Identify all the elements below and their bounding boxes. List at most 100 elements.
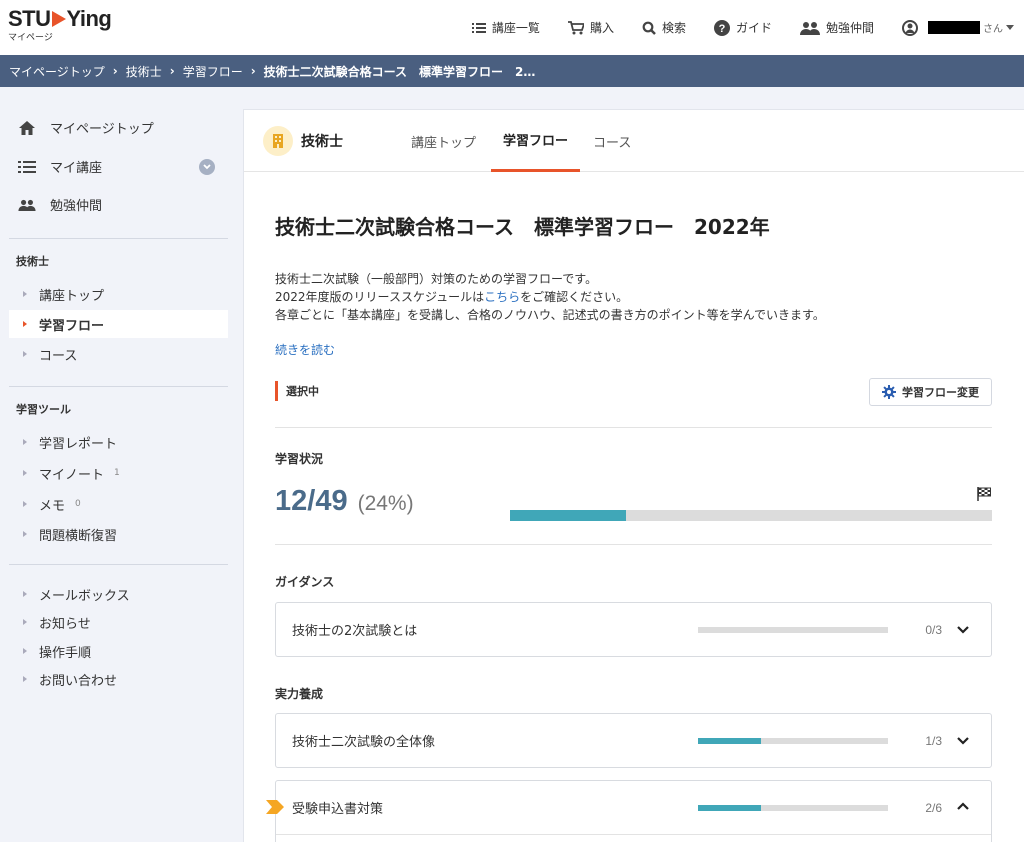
sidebar-link-learning-flow[interactable]: 学習フロー [9, 310, 228, 338]
breadcrumb-current: 技術士二次試験合格コース 標準学習フロー 2… [263, 64, 536, 79]
status-label: 学習状況 [275, 452, 324, 466]
chapter-name: 受験申込書対策 [292, 802, 384, 817]
sidebar-link-course-top[interactable]: 講座トップ [9, 280, 228, 308]
description-line: 各章ごとに「基本講座」を受講し、合格のノウハウ、記述式の書き方のポイント等を学ん… [275, 308, 825, 322]
sidebar-divider [9, 386, 228, 387]
main-panel: 技術士 講座トップ 学習フロー コース 技術士二次試験合格コース 標準学習フロー… [243, 109, 1024, 842]
svg-text:?: ? [719, 23, 726, 35]
sidebar-item-study-mates[interactable]: 勉強仲間 [18, 195, 102, 214]
user-name-redacted [928, 21, 980, 34]
sidebar-item-mypage-top[interactable]: マイページトップ [18, 118, 154, 137]
nav-search[interactable]: 検索 [642, 19, 686, 36]
user-icon [902, 19, 918, 36]
chapter-name: 技術士の2次試験とは [292, 624, 418, 639]
chapter-progress-bar [698, 627, 888, 633]
selected-label: 選択中 [275, 381, 319, 401]
logo-text-right: Ying [66, 6, 112, 31]
triangle-right-icon [23, 351, 27, 357]
chapter-progress-fill [698, 805, 762, 811]
chevron-right-icon: › [250, 64, 256, 78]
read-more-link[interactable]: 続きを読む [275, 341, 335, 358]
nav-guide[interactable]: ? ガイド [713, 19, 772, 36]
tab-bar: 技術士 講座トップ 学習フロー コース [244, 110, 1024, 172]
note-count: 1 [114, 468, 120, 478]
sidebar-link-memo[interactable]: メモ 0 [9, 490, 228, 518]
overall-progress-fill [510, 510, 626, 521]
triangle-right-icon [23, 501, 27, 507]
gear-icon [882, 385, 896, 399]
chevron-right-icon: › [112, 64, 118, 78]
sidebar-link-my-note[interactable]: マイノート 1 [9, 459, 228, 487]
course-brand: 技術士 [263, 126, 343, 156]
chevron-right-icon: › [169, 64, 175, 78]
description-line: 技術士二次試験（一般部門）対策のための学習フローです。 [275, 272, 598, 286]
change-flow-button[interactable]: 学習フロー変更 [869, 378, 992, 406]
description: 技術士二次試験（一般部門）対策のための学習フローです。 2022年度版のリリース… [275, 270, 825, 324]
triangle-right-icon [23, 291, 27, 297]
people-icon [799, 21, 820, 35]
tab-course-top[interactable]: 講座トップ [411, 110, 476, 172]
chapter-name: 技術士二次試験の全体像 [292, 735, 436, 750]
nav-study-mates[interactable]: 勉強仲間 [799, 19, 874, 36]
progress-count: 12/49 [275, 485, 348, 517]
chapter-progress-fill [698, 738, 762, 744]
overall-progress-bar [510, 510, 992, 521]
progress-percent: (24%) [357, 492, 414, 515]
divider [275, 427, 992, 428]
list-icon [18, 160, 36, 173]
top-nav: 講座一覧 購入 検索 ? ガイド 勉強仲間 さん [444, 0, 1014, 55]
logo-text-left: STU [8, 6, 51, 31]
chevron-down-icon[interactable] [956, 622, 970, 636]
section-label-skill-building: 実力養成 [275, 687, 324, 701]
chapter-progress-bar [698, 805, 888, 811]
help-icon: ? [713, 19, 730, 36]
cart-icon [567, 20, 584, 34]
brand-label: 技術士 [301, 134, 343, 150]
home-icon [19, 120, 35, 135]
sidebar-divider [9, 238, 228, 239]
section-label-guidance: ガイダンス [275, 575, 335, 589]
chapter-row[interactable]: 技術士の2次試験とは 0/3 [275, 602, 992, 657]
chevron-down-icon[interactable] [956, 733, 970, 747]
description-line: 2022年度版のリリーススケジュールはこちらをご確認ください。 [275, 290, 629, 304]
chapter-row[interactable]: 技術士二次試験の全体像 1/3 [275, 713, 992, 768]
sidebar-link-course[interactable]: コース [9, 340, 228, 368]
schedule-link[interactable]: こちら [484, 290, 520, 304]
chapter-progress-bar [698, 738, 888, 744]
progress-summary: 12/49 (24%) [275, 485, 414, 518]
breadcrumb-engineer[interactable]: 技術士 [126, 63, 162, 80]
sidebar-link-study-report[interactable]: 学習レポート [9, 428, 228, 456]
chapter-row-current[interactable]: 受験申込書対策 2/6 [266, 780, 992, 842]
sidebar-link-cross-review[interactable]: 問題横断復習 [9, 520, 228, 548]
sidebar-link-mailbox[interactable]: メールボックス [9, 580, 228, 608]
triangle-right-icon [23, 676, 27, 682]
breadcrumb-mypage[interactable]: マイページトップ [9, 63, 105, 80]
sidebar-link-how-to[interactable]: 操作手順 [9, 637, 228, 665]
nav-course-list[interactable]: 講座一覧 [471, 19, 540, 36]
search-icon [642, 21, 656, 35]
sidebar-divider [9, 564, 228, 565]
building-icon [263, 126, 293, 156]
chapter-count: 1/3 [925, 733, 942, 748]
my-courses-expand-button[interactable] [199, 159, 215, 175]
sidebar-link-notices[interactable]: お知らせ [9, 608, 228, 636]
triangle-right-icon [23, 439, 27, 445]
sidebar-heading-engineer: 技術士 [16, 255, 49, 268]
logo[interactable]: STU Ying マイページ [8, 6, 112, 43]
triangle-right-icon [23, 648, 27, 654]
breadcrumb-learning-flow[interactable]: 学習フロー [183, 63, 243, 80]
tab-course[interactable]: コース [593, 110, 631, 172]
chevron-up-icon[interactable] [956, 800, 970, 814]
triangle-right-icon [23, 531, 27, 537]
triangle-right-icon [23, 321, 27, 327]
chevron-down-icon [203, 164, 211, 170]
user-menu[interactable]: さん [902, 19, 1014, 36]
sidebar: マイページトップ マイ講座 勉強仲間 技術士 講座トップ 学習フロー コース 学… [0, 87, 243, 842]
divider [275, 544, 992, 545]
tab-learning-flow[interactable]: 学習フロー [491, 110, 581, 172]
breadcrumb: マイページトップ › 技術士 › 学習フロー › 技術士二次試験合格コース 標準… [0, 55, 1024, 87]
sidebar-link-contact[interactable]: お問い合わせ [9, 665, 228, 693]
memo-count: 0 [75, 499, 81, 509]
sidebar-item-my-courses[interactable]: マイ講座 [18, 157, 102, 176]
nav-purchase[interactable]: 購入 [567, 19, 614, 36]
